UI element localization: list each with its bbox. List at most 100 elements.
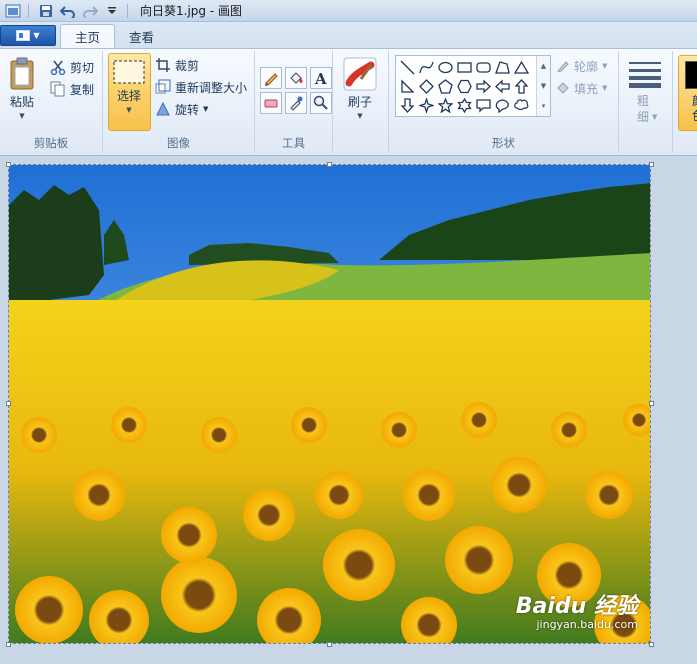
color1-button[interactable]: 颜色	[678, 55, 697, 131]
paint-menu-button[interactable]: ▼	[0, 25, 56, 46]
resize-handle-bottom-left[interactable]	[6, 642, 11, 647]
resize-handle-bottom[interactable]	[327, 642, 332, 647]
right-arrow-icon	[476, 79, 491, 94]
chevron-down-icon: ▼	[357, 112, 363, 120]
six-point-star-icon	[457, 98, 472, 113]
rectangle-icon	[457, 62, 472, 73]
tab-view[interactable]: 查看	[115, 24, 168, 48]
resize-handle-top[interactable]	[327, 162, 332, 167]
crop-button[interactable]: 裁剪	[155, 55, 199, 75]
canvas-image[interactable]: Baidu 经验 jingyan.baidu.com	[8, 164, 651, 644]
color-picker-tool[interactable]	[285, 92, 307, 114]
brush-icon	[343, 57, 377, 91]
select-button[interactable]: 选择 ▼	[112, 59, 146, 114]
oval-callout-shape[interactable]	[493, 96, 512, 115]
fill-label: 填充	[574, 81, 599, 96]
rounded-rectangle-shape[interactable]	[474, 58, 493, 77]
outline-button[interactable]: 轮廓 ▼	[556, 56, 607, 76]
resize-label: 重新调整大小	[175, 80, 248, 95]
right-arrow-shape[interactable]	[474, 77, 493, 96]
quick-access-toolbar	[0, 0, 132, 22]
crop-label: 裁剪	[175, 58, 200, 73]
ribbon-tabs: ▼ 主页 查看	[0, 22, 697, 48]
redo-icon[interactable]	[81, 2, 99, 20]
hexagon-shape[interactable]	[455, 77, 474, 96]
rotate-button[interactable]: 旋转 ▼	[155, 99, 208, 119]
rectangle-callout-shape[interactable]	[474, 96, 493, 115]
triangle-shape[interactable]	[512, 58, 531, 77]
fill-tool[interactable]	[285, 67, 307, 89]
svg-text:A: A	[314, 70, 327, 86]
diamond-shape[interactable]	[417, 77, 436, 96]
resize-icon	[155, 79, 171, 94]
scroll-up-icon[interactable]: ▲	[541, 62, 546, 70]
six-point-star-shape[interactable]	[455, 96, 474, 115]
group-size: 粗细 ▼	[619, 51, 673, 153]
oval-callout-icon	[495, 99, 509, 113]
undo-icon[interactable]	[59, 2, 77, 20]
resize-handle-right[interactable]	[649, 401, 654, 406]
sunflower-field-photo	[9, 165, 650, 643]
polygon-shape[interactable]	[493, 58, 512, 77]
resize-handle-left[interactable]	[6, 401, 11, 406]
magnifier-icon	[313, 95, 328, 110]
fill-button[interactable]: 填充 ▼	[556, 78, 607, 98]
line-shape[interactable]	[398, 58, 417, 77]
expand-gallery-icon[interactable]: ▾	[542, 102, 546, 110]
chevron-down-icon: ▼	[203, 105, 209, 113]
group-tools: A 工具	[255, 51, 333, 153]
select-label: 选择	[116, 89, 141, 103]
canvas-area[interactable]: Baidu 经验 jingyan.baidu.com	[0, 157, 697, 664]
fill-bucket-icon	[557, 82, 569, 94]
diamond-icon	[419, 79, 434, 94]
shapes-scrollbar[interactable]: ▲ ▼ ▾	[536, 56, 550, 116]
copy-button[interactable]: 复制	[50, 79, 94, 99]
resize-handle-top-right[interactable]	[649, 162, 654, 167]
chevron-down-icon: ▼	[126, 106, 132, 114]
rectangle-shape[interactable]	[455, 58, 474, 77]
color1-swatch	[685, 61, 697, 89]
size-label: 粗细	[637, 94, 650, 124]
resize-button[interactable]: 重新调整大小	[155, 77, 247, 97]
cut-button[interactable]: 剪切	[50, 57, 94, 77]
app-icon[interactable]	[4, 2, 22, 20]
outline-pen-icon	[557, 61, 569, 73]
pencil-tool[interactable]	[260, 67, 282, 89]
oval-icon	[438, 61, 453, 74]
rotate-icon	[156, 101, 170, 116]
tab-home[interactable]: 主页	[60, 24, 116, 48]
five-point-star-shape[interactable]	[436, 96, 455, 115]
shapes-grid	[398, 58, 531, 115]
color1-label: 颜色	[692, 94, 697, 124]
brushes-button[interactable]: 刷子 ▼	[343, 57, 377, 120]
scroll-down-icon[interactable]: ▼	[541, 82, 546, 90]
polygon-icon	[495, 61, 510, 74]
oval-shape[interactable]	[436, 58, 455, 77]
four-point-star-shape[interactable]	[417, 96, 436, 115]
chevron-down-icon: ▼	[19, 112, 25, 120]
resize-handle-top-left[interactable]	[6, 162, 11, 167]
rounded-rectangle-icon	[476, 62, 491, 73]
pentagon-shape[interactable]	[436, 77, 455, 96]
left-arrow-shape[interactable]	[493, 77, 512, 96]
eraser-tool[interactable]	[260, 92, 282, 114]
separator	[28, 3, 29, 18]
down-arrow-shape[interactable]	[398, 96, 417, 115]
cloud-callout-shape[interactable]	[512, 96, 531, 115]
save-icon[interactable]	[37, 2, 55, 20]
paste-button[interactable]: 粘贴 ▼	[8, 57, 36, 120]
line-icon	[400, 60, 415, 75]
resize-handle-bottom-right[interactable]	[649, 642, 654, 647]
magnifier-tool[interactable]	[310, 92, 332, 114]
right-triangle-shape[interactable]	[398, 77, 417, 96]
up-arrow-shape[interactable]	[512, 77, 531, 96]
chevron-down-icon: ▼	[602, 62, 608, 70]
customize-icon[interactable]	[103, 2, 121, 20]
baidu-watermark: Baidu 经验 jingyan.baidu.com	[516, 588, 638, 631]
curve-shape[interactable]	[417, 58, 436, 77]
size-button[interactable]	[628, 59, 662, 89]
group-brushes: 刷子 ▼	[333, 51, 389, 153]
pentagon-icon	[438, 79, 453, 94]
text-tool[interactable]: A	[310, 67, 332, 89]
group-label-tools: 工具	[282, 136, 305, 150]
